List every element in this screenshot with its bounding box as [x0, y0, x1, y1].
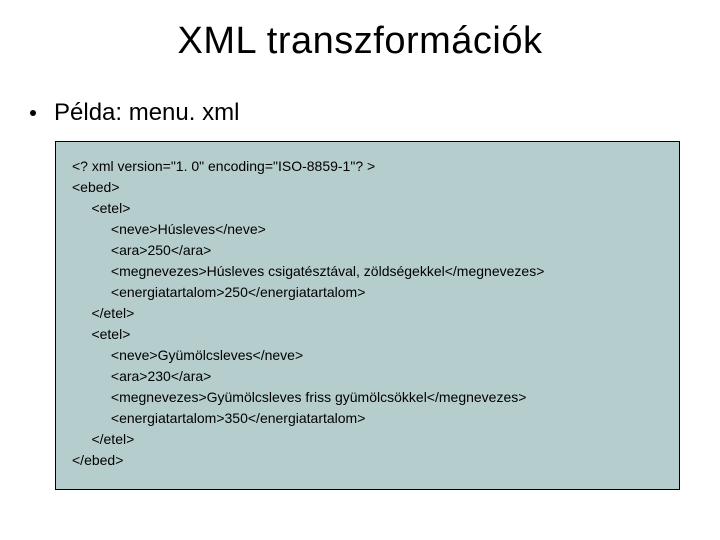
- slide-title: XML transzformációk: [0, 0, 720, 63]
- slide: XML transzformációk Példa: menu. xml <? …: [0, 0, 720, 540]
- bullet-text: Példa: menu. xml: [54, 99, 239, 127]
- bullet-item: Példa: menu. xml: [30, 99, 720, 127]
- code-block: <? xml version="1. 0" encoding="ISO-8859…: [55, 141, 680, 490]
- bullet-icon: [30, 110, 36, 116]
